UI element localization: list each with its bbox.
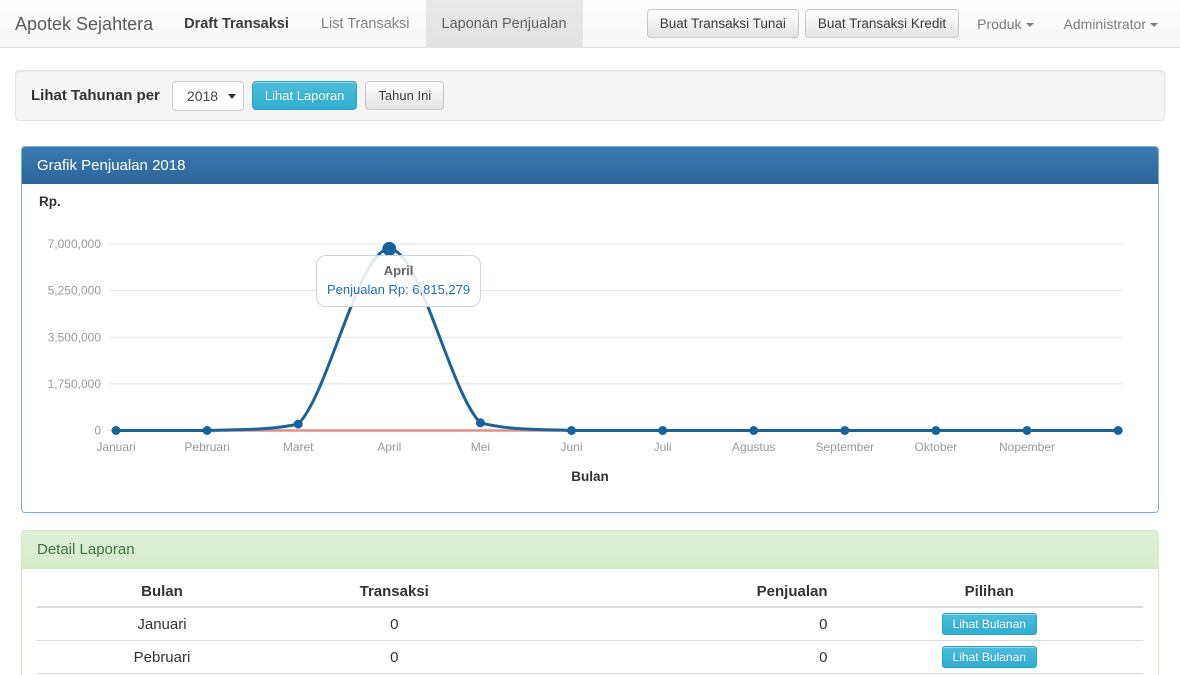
data-point[interactable] — [749, 426, 758, 435]
y-tick-label: 7,000,000 — [48, 237, 102, 251]
data-point[interactable] — [203, 426, 212, 435]
data-point[interactable] — [294, 420, 303, 429]
cell-transaksi: 0 — [287, 607, 502, 641]
table-row: Pebruari 0 0 Lihat Bulanan — [37, 641, 1143, 674]
x-tick-label: Agustus — [732, 440, 775, 454]
data-point[interactable] — [658, 426, 667, 435]
chart-tooltip-title: April — [327, 263, 470, 278]
produk-dropdown[interactable]: Produk — [965, 0, 1045, 48]
administrator-dropdown[interactable]: Administrator — [1052, 0, 1170, 48]
cell-transaksi: 0 — [287, 641, 502, 674]
x-tick-label: Oktober — [915, 440, 958, 454]
nav-item-list-transaksi[interactable]: List Transaksi — [305, 0, 426, 47]
chart-tooltip: April Penjualan Rp: 6,815,279 — [316, 255, 481, 307]
y-tick-label: 5,250,000 — [48, 284, 102, 298]
column-header-pilihan: Pilihan — [836, 577, 1143, 607]
x-tick-label: Nopember — [999, 440, 1055, 454]
caret-down-icon — [1026, 23, 1034, 27]
x-tick-label: Juli — [654, 440, 672, 454]
lihat-bulanan-button[interactable]: Lihat Bulanan — [942, 646, 1037, 668]
cell-bulan: Januari — [37, 607, 287, 641]
year-filter-bar: Lihat Tahunan per 2018 Lihat Laporan Tah… — [15, 70, 1165, 121]
brand-link[interactable]: Apotek Sejahtera — [0, 0, 168, 47]
sales-series-line — [116, 249, 1118, 431]
x-tick-label: Pebruari — [184, 440, 229, 454]
data-point[interactable] — [1023, 426, 1032, 435]
produk-dropdown-label: Produk — [977, 16, 1021, 32]
sales-line-chart: 0 1,750,000 3,500,000 5,250,000 7,000,000 Jan… — [37, 211, 1145, 463]
lihat-laporan-button[interactable]: Lihat Laporan — [252, 81, 358, 110]
top-navbar: Apotek Sejahtera Draft Transaksi List Tr… — [0, 0, 1180, 48]
data-point[interactable] — [382, 242, 396, 256]
buat-transaksi-kredit-button[interactable]: Buat Transaksi Kredit — [805, 9, 959, 38]
cell-bulan: Pebruari — [37, 641, 287, 674]
y-axis-title: Rp. — [39, 194, 1143, 209]
nav-item-draft-transaksi[interactable]: Draft Transaksi — [168, 0, 305, 47]
tahun-ini-button[interactable]: Tahun Ini — [365, 81, 444, 110]
detail-laporan-panel: Detail Laporan Bulan Transaksi Penjualan… — [21, 530, 1159, 675]
table-header-row: Bulan Transaksi Penjualan Pilihan — [37, 577, 1143, 607]
caret-down-icon — [1150, 23, 1158, 27]
data-point[interactable] — [112, 426, 121, 435]
cell-pilihan: Lihat Bulanan — [836, 641, 1143, 674]
year-select[interactable]: 2018 — [172, 81, 244, 111]
y-tick-label: 3,500,000 — [48, 330, 102, 344]
column-header-transaksi: Transaksi — [287, 577, 502, 607]
data-point[interactable] — [840, 426, 849, 435]
nav-item-laporan-penjualan[interactable]: Laponan Penjualan — [426, 0, 583, 47]
navbar-right-group: Buat Transaksi Tunai Buat Transaksi Kred… — [647, 0, 1180, 47]
cell-penjualan: 0 — [502, 607, 836, 641]
x-tick-label: Juni — [560, 440, 582, 454]
data-point[interactable] — [931, 426, 940, 435]
lihat-bulanan-button[interactable]: Lihat Bulanan — [942, 613, 1037, 635]
x-tick-label: Januari — [96, 440, 135, 454]
administrator-dropdown-label: Administrator — [1064, 16, 1146, 32]
chart-tooltip-value: Penjualan Rp: 6,815,279 — [327, 282, 470, 297]
x-tick-label: September — [815, 440, 874, 454]
y-tick-label: 0 — [94, 424, 101, 438]
x-axis-title: Bulan — [37, 469, 1143, 484]
detail-laporan-panel-title: Detail Laporan — [22, 531, 1158, 569]
chart-area: 0 1,750,000 3,500,000 5,250,000 7,000,000 Jan… — [37, 211, 1145, 463]
cell-pilihan: Lihat Bulanan — [836, 607, 1143, 641]
data-point[interactable] — [567, 426, 576, 435]
x-tick-label: April — [377, 440, 401, 454]
x-tick-label: Maret — [283, 440, 314, 454]
column-header-penjualan: Penjualan — [502, 577, 836, 607]
data-point[interactable] — [476, 418, 485, 427]
year-select-wrap: 2018 — [172, 81, 244, 111]
filter-label: Lihat Tahunan per — [31, 87, 160, 104]
grafik-penjualan-panel-title: Grafik Penjualan 2018 — [22, 147, 1158, 184]
main-content: Lihat Tahunan per 2018 Lihat Laporan Tah… — [0, 48, 1180, 675]
y-tick-label: 1,750,000 — [48, 377, 102, 391]
table-row: Januari 0 0 Lihat Bulanan — [37, 607, 1143, 641]
x-tick-label: Mei — [471, 440, 490, 454]
buat-transaksi-tunai-button[interactable]: Buat Transaksi Tunai — [647, 9, 799, 38]
data-point[interactable] — [1114, 426, 1123, 435]
column-header-bulan: Bulan — [37, 577, 287, 607]
grafik-penjualan-panel: Grafik Penjualan 2018 Rp. 0 1,750,000 3,50… — [21, 146, 1159, 513]
detail-laporan-panel-body: Bulan Transaksi Penjualan Pilihan Januar… — [22, 569, 1158, 675]
detail-laporan-table: Bulan Transaksi Penjualan Pilihan Januar… — [37, 577, 1143, 674]
cell-penjualan: 0 — [502, 641, 836, 674]
grafik-penjualan-panel-body: Rp. 0 1,750,000 3,500,000 5,250,000 7,000,00… — [22, 184, 1158, 512]
